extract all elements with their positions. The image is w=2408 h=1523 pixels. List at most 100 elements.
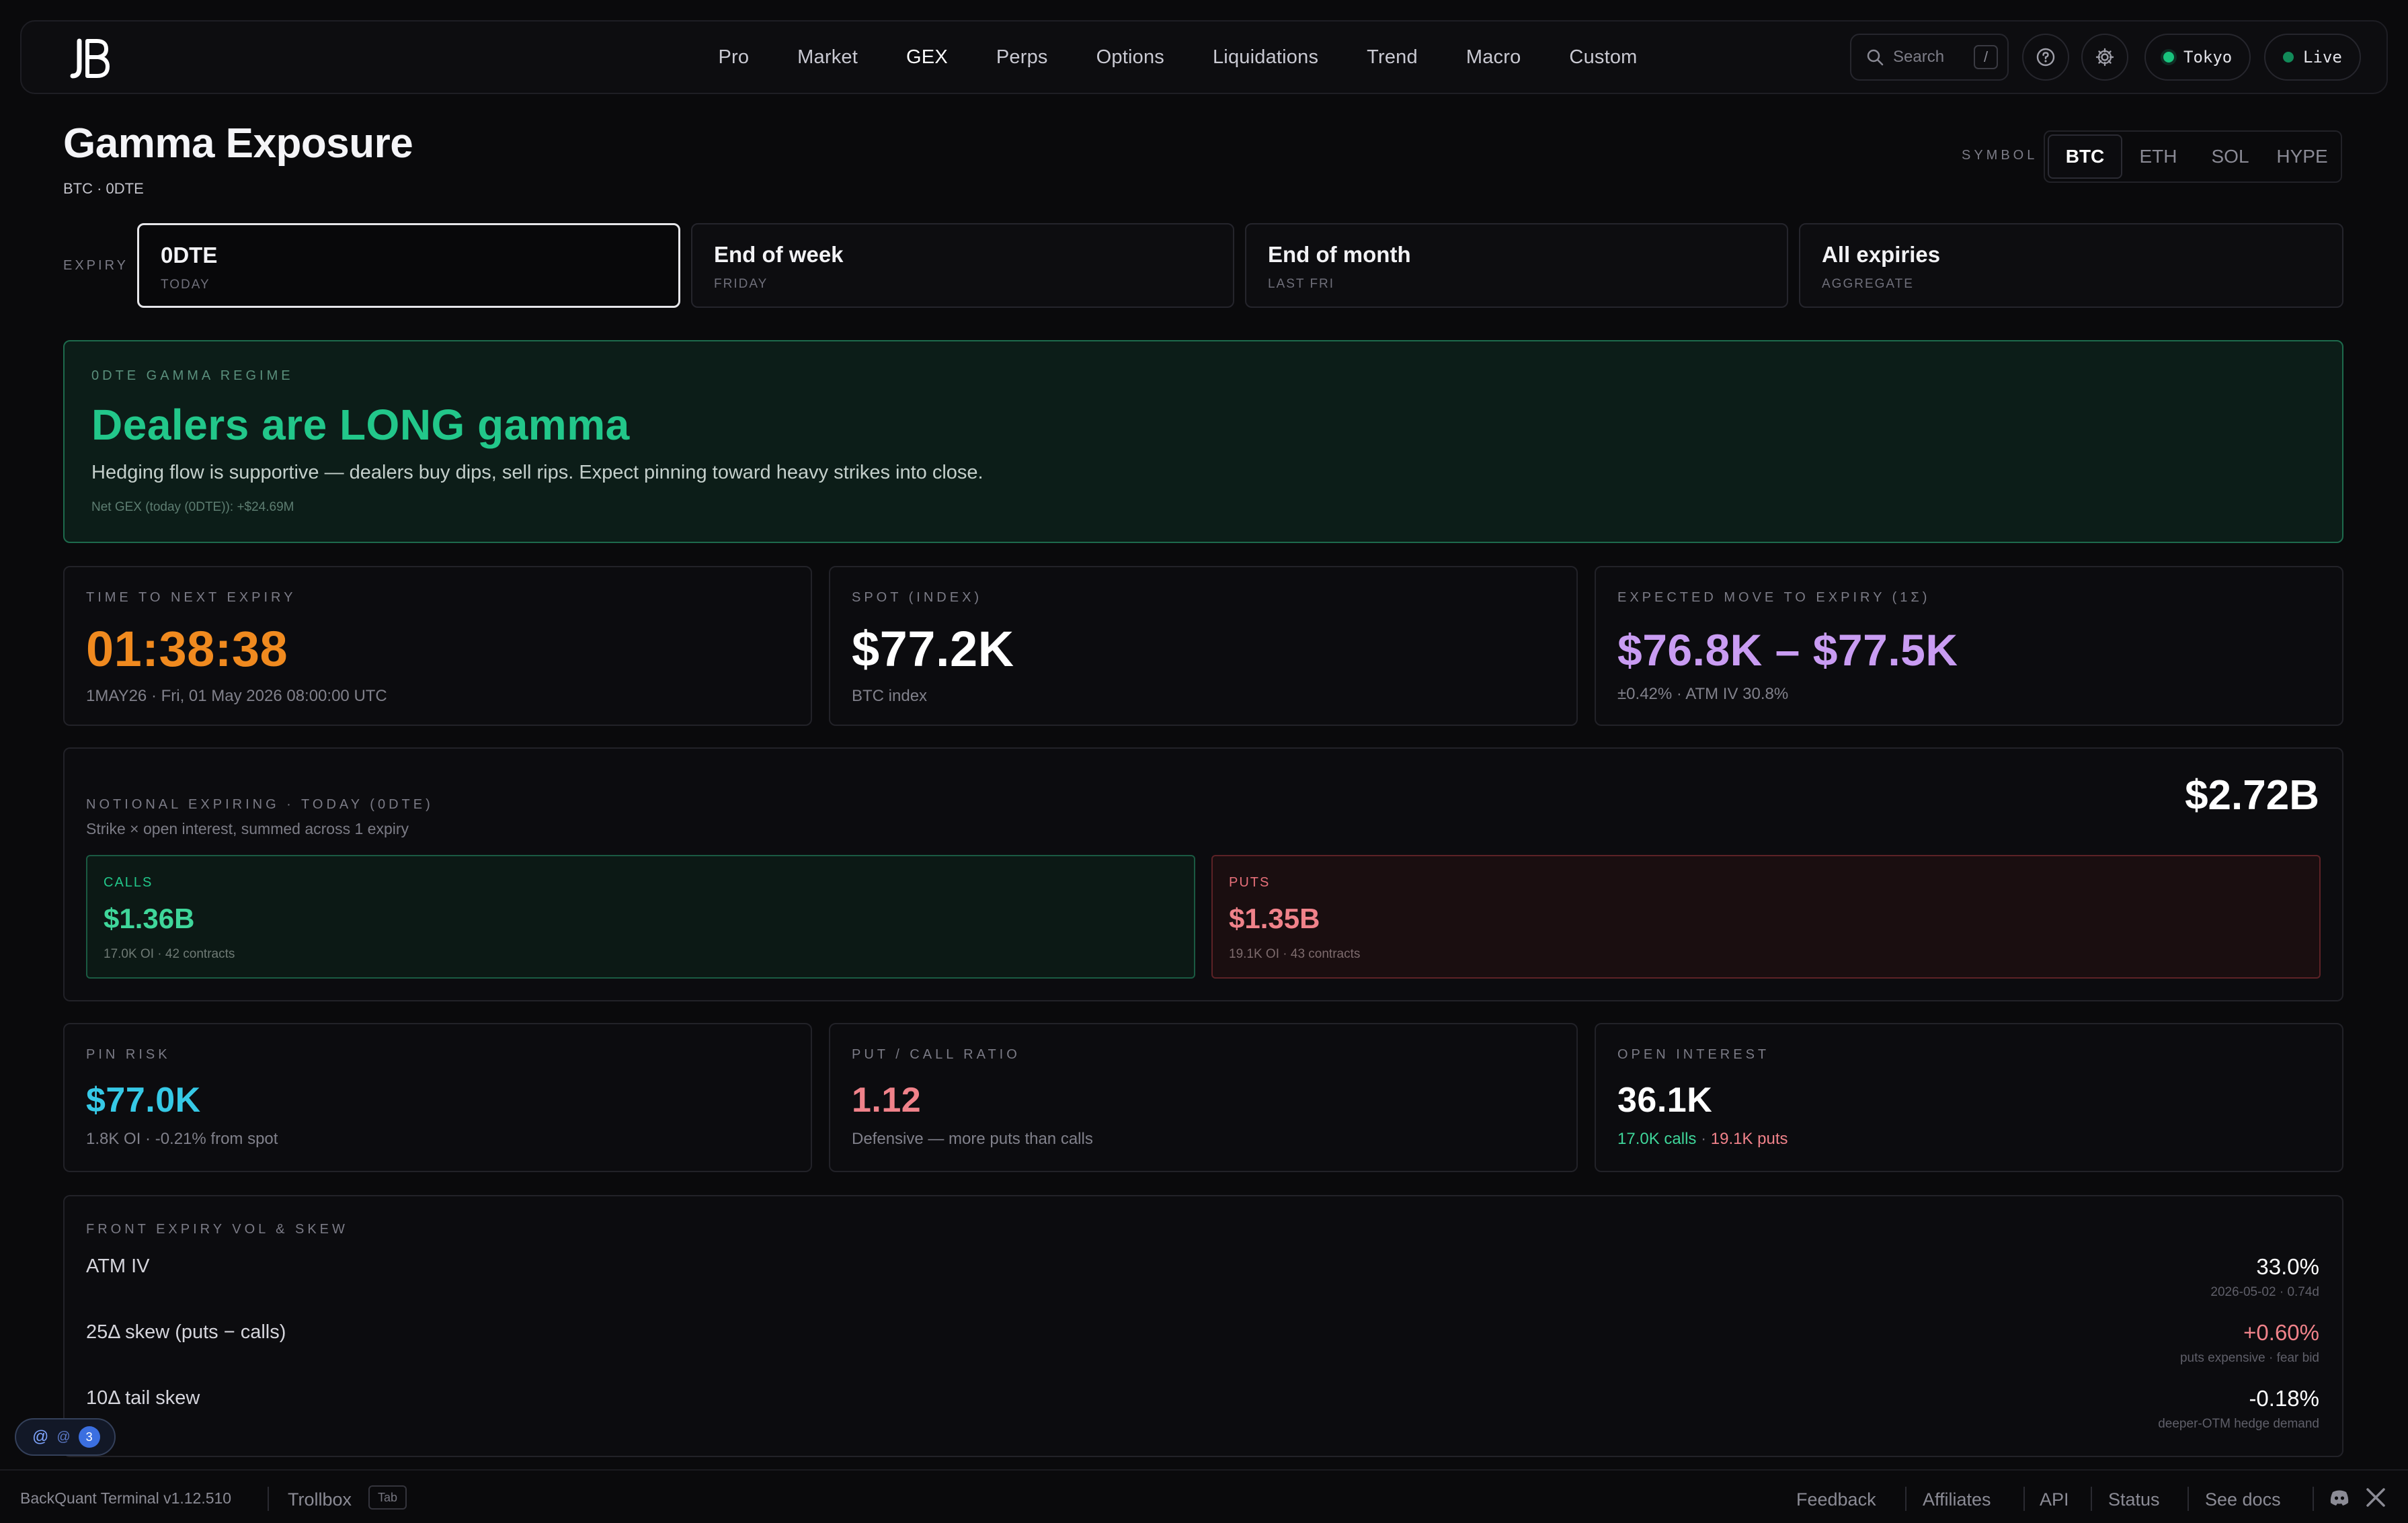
footer-divider	[2313, 1487, 2314, 1511]
search-box[interactable]: Search /	[1850, 34, 2009, 81]
open-interest-card: OPEN INTEREST 36.1K 17.0K calls · 19.1K …	[1595, 1023, 2343, 1172]
stat-label: EXPECTED MOVE TO EXPIRY (1Σ)	[1617, 590, 1931, 605]
nav-gex[interactable]: GEX	[882, 46, 972, 69]
tail-skew-note: deeper-OTM hedge demand	[2158, 1417, 2319, 1431]
expected-move-card: EXPECTED MOVE TO EXPIRY (1Σ) $76.8K – $7…	[1595, 566, 2343, 726]
stat-detail: 1MAY26 · Fri, 01 May 2026 08:00:00 UTC	[86, 687, 387, 705]
oi-puts: 19.1K puts	[1710, 1130, 1788, 1148]
help-button[interactable]	[2022, 34, 2069, 81]
vol-skew-panel: FRONT EXPIRY VOL & SKEW ATM IV 33.0% 202…	[63, 1195, 2343, 1457]
at-icon: @	[32, 1428, 49, 1446]
api-link[interactable]: API	[2040, 1489, 2069, 1510]
symbol-sol[interactable]: SOL	[2194, 134, 2266, 179]
atm-iv-value: 33.0%	[2256, 1254, 2319, 1279]
puts-label: PUTS	[1229, 875, 1271, 890]
atm-iv-note: 2026-05-02 · 0.74d	[2210, 1285, 2319, 1299]
pin-risk-value: $77.0K	[86, 1081, 201, 1120]
calls-value: $1.36B	[104, 903, 195, 934]
regime-kicker: 0DTE GAMMA REGIME	[91, 368, 294, 383]
footer-divider	[2091, 1487, 2092, 1511]
gamma-regime-panel: 0DTE GAMMA REGIME Dealers are LONG gamma…	[63, 340, 2343, 543]
nav-pro[interactable]: Pro	[694, 46, 773, 69]
skew-25d-label: 25Δ skew (puts − calls)	[86, 1321, 286, 1343]
feedback-link[interactable]: Feedback	[1796, 1489, 1876, 1510]
notional-subtitle: Strike × open interest, summed across 1 …	[86, 820, 409, 837]
expiry-name: All expiries	[1822, 242, 1941, 267]
spot-value: $77.2K	[852, 621, 1014, 677]
symbol-selector: BTC ETH SOL HYPE	[2044, 130, 2342, 183]
search-shortcut-key: /	[1974, 45, 1998, 69]
expiry-end-of-month[interactable]: End of month LAST FRI	[1245, 223, 1788, 308]
nav-trend[interactable]: Trend	[1342, 46, 1442, 69]
tail-skew-label: 10Δ tail skew	[86, 1387, 200, 1409]
oi-breakdown: 17.0K calls · 19.1K puts	[1617, 1130, 1788, 1148]
docs-link[interactable]: See docs	[2205, 1489, 2281, 1510]
vol-panel-label: FRONT EXPIRY VOL & SKEW	[86, 1222, 348, 1237]
affiliates-link[interactable]: Affiliates	[1923, 1489, 1991, 1510]
tail-skew-value: -0.18%	[2249, 1386, 2319, 1411]
nav-perps[interactable]: Perps	[972, 46, 1072, 69]
symbol-hype[interactable]: HYPE	[2266, 134, 2338, 179]
calls-label: CALLS	[104, 875, 153, 890]
stat-detail: Defensive — more puts than calls	[852, 1130, 1093, 1148]
nav-options[interactable]: Options	[1072, 46, 1189, 69]
live-status[interactable]: Live	[2264, 34, 2361, 81]
expected-move-value: $76.8K – $77.5K	[1617, 625, 1958, 675]
calls-detail: 17.0K OI · 42 contracts	[104, 947, 235, 961]
mentions-bubble[interactable]: @ @ 3	[15, 1418, 116, 1456]
gear-icon	[2095, 47, 2115, 67]
footer-bar: BackQuant Terminal v1.12.510 Trollbox Ta…	[0, 1469, 2408, 1523]
expiry-sub: LAST FRI	[1268, 277, 1335, 291]
at-icon-small: @	[56, 1429, 71, 1444]
stat-detail: ±0.42% · ATM IV 30.8%	[1617, 685, 1789, 703]
expiry-end-of-week[interactable]: End of week FRIDAY	[691, 223, 1234, 308]
expiry-label: EXPIRY	[63, 258, 128, 273]
open-interest-value: 36.1K	[1617, 1081, 1713, 1120]
atm-iv-label: ATM IV	[86, 1256, 150, 1277]
nav-macro[interactable]: Macro	[1442, 46, 1546, 69]
status-link[interactable]: Status	[2108, 1489, 2160, 1510]
pin-risk-card: PIN RISK $77.0K 1.8K OI · -0.21% from sp…	[63, 1023, 812, 1172]
expiry-sub: FRIDAY	[714, 277, 768, 291]
nav-market[interactable]: Market	[773, 46, 882, 69]
top-nav: Pro Market GEX Perps Options Liquidation…	[20, 20, 2388, 94]
expiry-name: 0DTE	[161, 243, 218, 267]
skew-25d-note: puts expensive · fear bid	[2179, 1351, 2319, 1365]
puts-notional-box: PUTS $1.35B 19.1K OI · 43 contracts	[1211, 855, 2321, 979]
stat-label: PIN RISK	[86, 1047, 171, 1062]
notional-expiring-panel: NOTIONAL EXPIRING · TODAY (0DTE) Strike …	[63, 747, 2343, 1001]
expiry-0dte[interactable]: 0DTE TODAY	[137, 223, 680, 308]
discord-icon[interactable]	[2327, 1485, 2352, 1513]
calls-notional-box: CALLS $1.36B 17.0K OI · 42 contracts	[86, 855, 1195, 979]
symbol-eth[interactable]: ETH	[2122, 134, 2194, 179]
stat-label: OPEN INTEREST	[1617, 1047, 1770, 1062]
countdown-value: 01:38:38	[86, 621, 288, 677]
symbol-btc[interactable]: BTC	[2048, 134, 2122, 179]
notional-total: $2.72B	[2185, 772, 2319, 819]
region-selector[interactable]: Tokyo	[2144, 34, 2251, 81]
trollbox-link[interactable]: Trollbox	[288, 1489, 352, 1510]
regime-net-gex: Net GEX (today (0DTE)): +$24.69M	[91, 500, 294, 514]
expiry-sub: TODAY	[161, 278, 210, 292]
app-version: BackQuant Terminal v1.12.510	[20, 1489, 232, 1507]
stat-label: PUT / CALL RATIO	[852, 1047, 1020, 1062]
footer-divider	[268, 1487, 269, 1511]
footer-divider	[2188, 1487, 2189, 1511]
stat-label: SPOT (INDEX)	[852, 590, 983, 605]
symbol-label: SYMBOL	[1962, 148, 2038, 163]
skew-25d-value: +0.60%	[2243, 1320, 2319, 1345]
nav-liquidations[interactable]: Liquidations	[1189, 46, 1342, 69]
region-label: Tokyo	[2183, 48, 2233, 67]
put-call-ratio-card: PUT / CALL RATIO 1.12 Defensive — more p…	[829, 1023, 1578, 1172]
expiry-name: End of week	[714, 242, 844, 267]
expiry-name: End of month	[1268, 242, 1411, 267]
stat-detail: BTC index	[852, 687, 928, 705]
footer-divider	[1905, 1487, 1907, 1511]
settings-button[interactable]	[2081, 34, 2128, 81]
expiry-all[interactable]: All expiries AGGREGATE	[1799, 223, 2343, 308]
expiry-sub: AGGREGATE	[1822, 277, 1914, 291]
x-twitter-icon[interactable]	[2365, 1487, 2386, 1512]
region-status-dot	[2163, 52, 2174, 63]
nav-custom[interactable]: Custom	[1545, 46, 1661, 69]
search-placeholder: Search	[1893, 48, 1945, 66]
